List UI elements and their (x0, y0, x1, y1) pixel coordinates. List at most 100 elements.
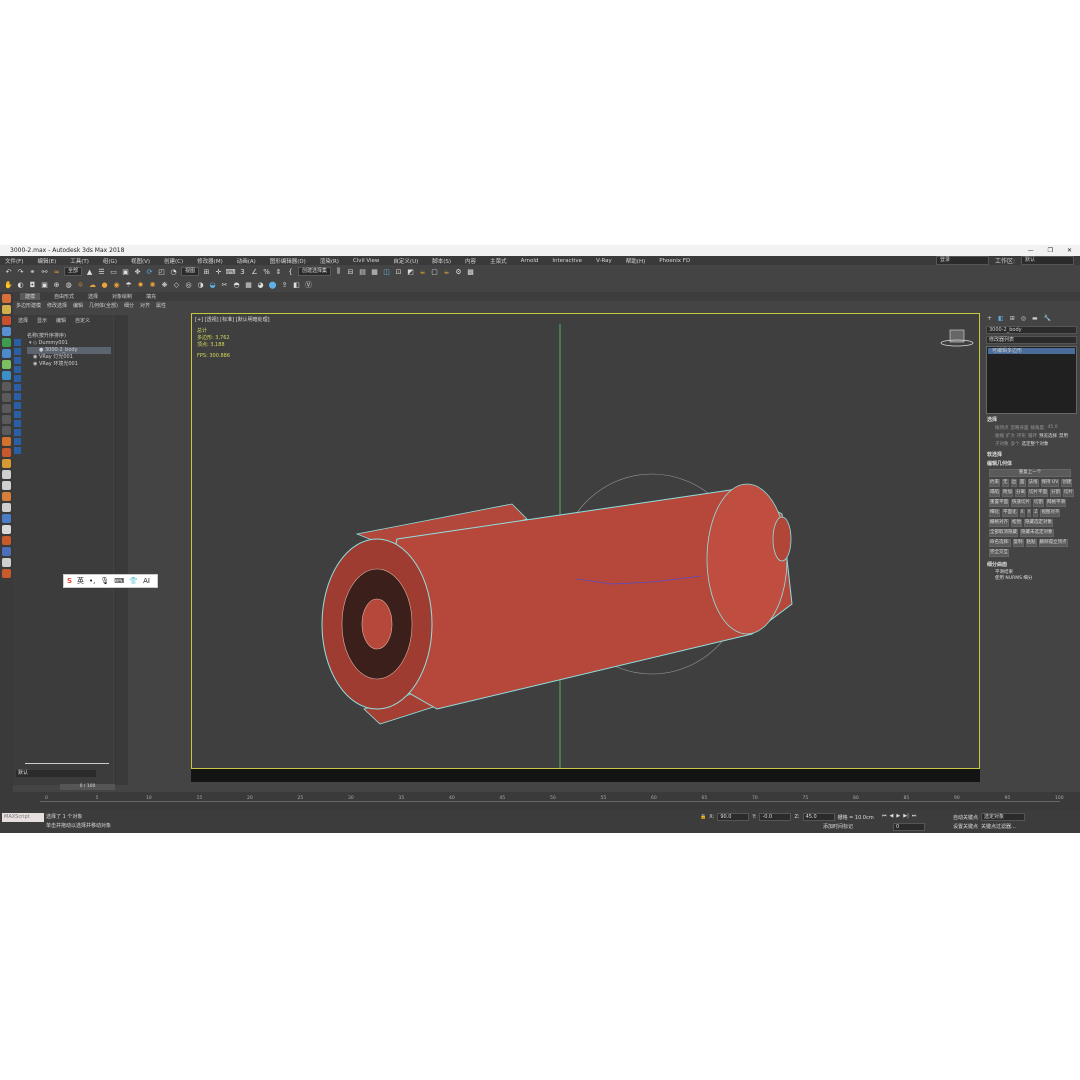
sel-opt[interactable]: 环形 (1017, 433, 1026, 439)
menu-tools[interactable]: 工具(T) (70, 257, 89, 265)
filter-cameras-icon[interactable] (14, 366, 21, 373)
menu-customize[interactable]: 自定义(U) (393, 257, 418, 265)
vray-toon-icon[interactable]: ◒ (208, 280, 217, 289)
maximize-button[interactable]: ❐ (1048, 245, 1053, 256)
sel-opt[interactable]: 预览选择 (1039, 433, 1057, 439)
scene-tab-edit[interactable]: 编辑 (56, 317, 66, 324)
punct-icon[interactable]: •, (89, 577, 95, 585)
minimize-button[interactable]: — (1028, 245, 1034, 256)
edit-geo-button[interactable]: 无 (1002, 479, 1009, 487)
bomb-model[interactable] (321, 483, 793, 725)
fire-icon[interactable] (2, 437, 11, 446)
phoenix-fire-icon[interactable] (2, 448, 11, 457)
menu-help[interactable]: 帮助(H) (626, 257, 645, 265)
edit-geo-button[interactable]: 平面化 (1002, 509, 1018, 517)
vray-ambient-icon[interactable]: ☂ (124, 280, 133, 289)
vray-lights-icon[interactable]: ⊕ (52, 280, 61, 289)
user-dropdown[interactable]: 登录 (935, 256, 989, 265)
vray-dome-icon[interactable]: ☁ (88, 280, 97, 289)
bind-space-warp-icon[interactable]: ≈ (52, 267, 61, 276)
edit-geo-button[interactable]: 视图对齐 (1040, 509, 1061, 517)
edit-geo-button[interactable]: Y (1026, 509, 1032, 517)
edit-geo-button[interactable]: 松弛 (1011, 519, 1022, 527)
keyboard-shortcut-icon[interactable]: ⌨ (225, 267, 235, 276)
vray-color-icon[interactable]: ⬤ (268, 280, 277, 289)
edit-geo-button[interactable]: 切片平面 (1028, 489, 1048, 497)
vray-sphere-icon[interactable]: ◍ (64, 280, 73, 289)
ribbon-edit[interactable]: 编辑 (73, 302, 83, 309)
sel-opt[interactable]: 扩大 (1006, 433, 1015, 439)
rect-selection-icon[interactable]: ▭ (109, 267, 118, 276)
timeline[interactable]: 0 / 100 0 5 10 15 20 25 30 35 40 45 50 55 60 65 70 75 80… (0, 784, 1080, 810)
named-selection-dropdown[interactable]: 创建选择集 (298, 267, 332, 276)
vray-plane-icon[interactable]: ◇ (172, 280, 181, 289)
filter-shapes-icon[interactable] (14, 348, 21, 355)
vray-cam-icon[interactable]: ◧ (292, 280, 301, 289)
mirror-icon[interactable]: ⫼ (334, 267, 343, 276)
sel-opt[interactable]: 按角度: (1031, 425, 1046, 431)
phoenix-source-icon[interactable] (2, 470, 11, 479)
scale-icon[interactable]: ◰ (157, 267, 166, 276)
y-field[interactable]: -0.0 (759, 813, 792, 821)
scene-tab-display[interactable]: 显示 (37, 317, 47, 324)
tree-item-ambient[interactable]: ◉ VRay 环境光001 (27, 361, 111, 368)
set-key-button[interactable]: 设置关键点 (953, 823, 978, 830)
edit-geo-button[interactable]: 粘贴 (1025, 539, 1037, 547)
align-icon[interactable]: ⊟ (346, 267, 355, 276)
phoenix-fx-icon[interactable] (2, 536, 11, 545)
auto-key-button[interactable]: 自动关键点 (953, 814, 978, 821)
selection-filter-dropdown[interactable]: 全部 (64, 267, 83, 276)
select-by-name-icon[interactable]: ☰ (97, 267, 106, 276)
lock-icon[interactable]: 🔒 (700, 814, 706, 820)
menu-group[interactable]: 组(G) (103, 257, 117, 265)
menu-scripting[interactable]: 脚本(S) (432, 257, 451, 265)
vray-camera-icon[interactable]: ◐ (16, 280, 25, 289)
pause-icon[interactable] (2, 393, 11, 402)
scene-tab-select[interactable]: 选择 (18, 317, 28, 324)
vray-bitmap-icon[interactable]: ◕ (256, 280, 265, 289)
pivot-icon[interactable]: ⊞ (202, 267, 211, 276)
sel-opt[interactable]: 收缩 (995, 433, 1004, 439)
hand-icon[interactable]: ✋ (4, 280, 13, 289)
menu-edit[interactable]: 编辑(E) (37, 257, 56, 265)
edit-geo-button[interactable]: 法线 (1027, 479, 1039, 487)
menu-modifiers[interactable]: 修改器(M) (197, 257, 223, 265)
play-icon[interactable] (2, 382, 11, 391)
create-helpers-icon[interactable] (2, 338, 11, 347)
go-start-icon[interactable]: ⏮ (882, 813, 887, 819)
menu-animation[interactable]: 动画(A) (237, 257, 256, 265)
ribbon-properties[interactable]: 属性 (156, 302, 166, 309)
motion-tab-icon[interactable]: ◎ (1021, 315, 1026, 322)
create-lights-icon[interactable] (2, 316, 11, 325)
edit-geo-button[interactable]: 隐藏未选定对象 (1020, 529, 1054, 537)
sel-opt[interactable]: 禁用 (1059, 433, 1068, 439)
scene-tab-customize[interactable]: 自定义 (75, 317, 90, 324)
section-subdivision[interactable]: 细分曲面 (987, 561, 1076, 568)
utilities-tab-icon[interactable]: 🔧 (1044, 315, 1051, 322)
ai-icon[interactable]: AI (143, 577, 150, 585)
display-tab-icon[interactable]: ▬ (1032, 315, 1038, 322)
menu-arnold[interactable]: Arnold (521, 258, 539, 264)
menu-graph-editors[interactable]: 图形编辑器(D) (270, 257, 306, 265)
modifier-list-dropdown[interactable]: 修改器列表 (986, 336, 1077, 344)
frame-field[interactable]: 0 (893, 823, 925, 831)
menu-civil[interactable]: 主菜式 (490, 257, 507, 265)
vray-mesh-light-icon[interactable]: ✹ (136, 280, 145, 289)
tree-item-light[interactable]: ◉ VRay 灯光001 (27, 354, 111, 361)
edit-geo-button[interactable]: 保持 UV (1040, 479, 1060, 487)
filter-lights-icon[interactable] (14, 357, 21, 364)
unlink-icon[interactable]: ⚯ (40, 267, 49, 276)
vray-light-icon[interactable]: ☼ (76, 280, 85, 289)
vray-material-icon[interactable]: ◑ (196, 280, 205, 289)
ribbon-tab-object-paint[interactable]: 对象绘制 (112, 293, 132, 300)
scene-scroll-slider[interactable] (25, 763, 109, 764)
phoenix-turb-icon[interactable] (2, 503, 11, 512)
edit-geo-button[interactable]: 附加 (1002, 489, 1013, 497)
schematic-view-icon[interactable]: ⊡ (394, 267, 403, 276)
tree-item-body[interactable]: ● 3000-2_body (27, 347, 111, 354)
material-editor-icon[interactable]: ◩ (406, 267, 415, 276)
edit-geo-button[interactable]: 边 (1010, 479, 1017, 487)
go-end-icon[interactable]: ⏭ (912, 813, 917, 819)
modifier-stack[interactable]: 可编辑多边形 (986, 346, 1077, 414)
vray-sphere2-icon[interactable]: ◎ (184, 280, 193, 289)
